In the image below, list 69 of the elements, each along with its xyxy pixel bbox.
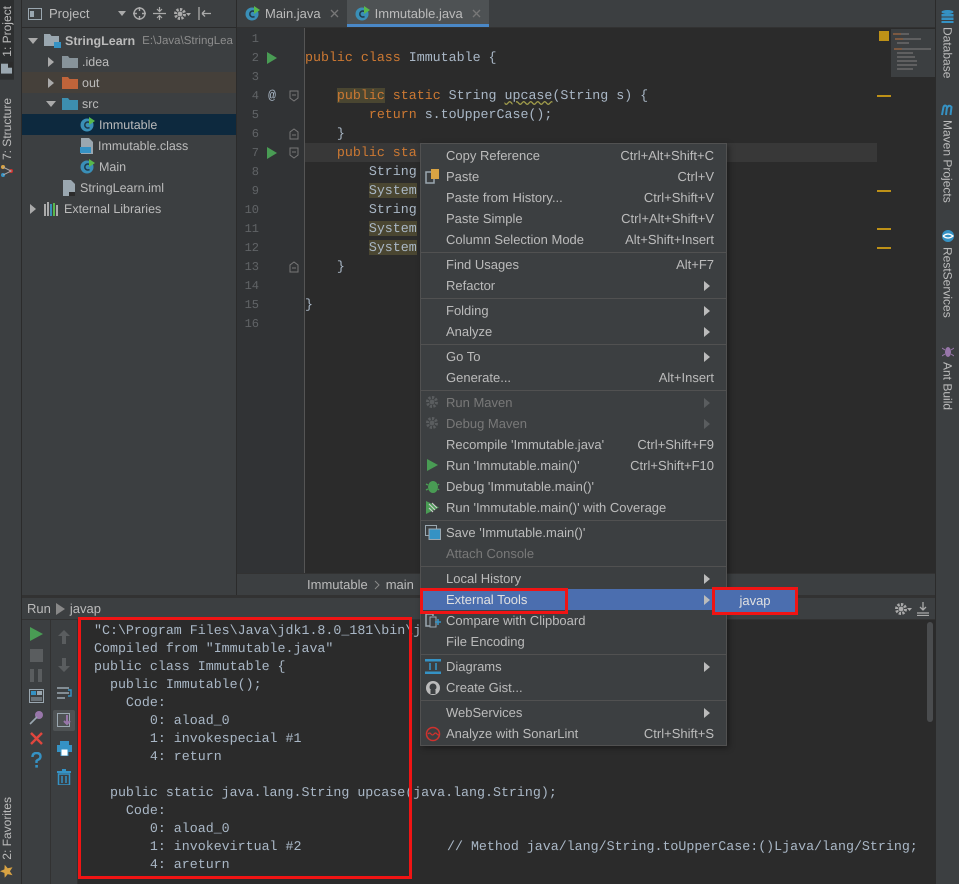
menu-item[interactable]: Go To: [421, 346, 726, 367]
menu-item[interactable]: Folding: [421, 300, 726, 321]
menu-item[interactable]: Column Selection Mode Alt+Shift+Insert: [421, 229, 726, 250]
code-line: String: [368, 164, 417, 179]
console-line: public Immutable();: [108, 677, 262, 692]
menu-item[interactable]: Recompile 'Immutable.java' Ctrl+Shift+F9: [421, 434, 726, 455]
menu-item[interactable]: Find Usages Alt+F7: [421, 254, 726, 275]
editor-tab[interactable]: Main.java: [237, 0, 347, 27]
menu-item[interactable]: Compare with Clipboard: [421, 610, 726, 631]
menu-item[interactable]: Paste Ctrl+V: [421, 166, 726, 187]
menu-item[interactable]: Run 'Immutable.main()' Ctrl+Shift+F10: [421, 455, 726, 476]
tool-window-tab[interactable]: 1: Project: [0, 0, 14, 80]
code-line: }: [305, 297, 313, 312]
tree-item[interactable]: .idea: [22, 51, 236, 72]
tree-item[interactable]: out: [22, 72, 236, 93]
code-line: String: [368, 202, 417, 217]
tree-item[interactable]: Immutable: [22, 114, 236, 135]
tree-item[interactable]: StringLearn E:\Java\StringLea: [22, 30, 236, 51]
console-line: 0: aload_0: [148, 713, 230, 728]
panel-title: Run: [27, 601, 51, 616]
tree-item[interactable]: Main: [22, 156, 236, 177]
tree-item[interactable]: External Libraries: [22, 198, 236, 219]
tool-window-tab[interactable]: RestServices: [936, 225, 959, 322]
menu-item[interactable]: Run 'Immutable.main()' with Coverage: [421, 497, 726, 518]
menu-item[interactable]: Debug 'Immutable.main()': [421, 476, 726, 497]
menu-item[interactable]: Save 'Immutable.main()': [421, 522, 726, 543]
console-comment: // Method java/lang/String.toUpperCase:()Ljava/lang/String;: [447, 838, 918, 856]
menu-item[interactable]: javap: [715, 589, 795, 612]
tool-window-tab[interactable]: 2: Favorites: [0, 791, 14, 884]
tool-window-tab[interactable]: 7: Structure: [0, 92, 14, 183]
console-line: 0: aload_0: [148, 821, 230, 836]
code-line: }: [336, 259, 345, 274]
tool-window-tab[interactable]: Maven Projects: [936, 100, 959, 208]
console-line: 1: invokespecial #1: [148, 731, 302, 746]
console-line: public class Immutable {: [94, 659, 286, 674]
editor-tab[interactable]: Immutable.java: [346, 0, 489, 27]
code-line: return s.toUpperCase();: [368, 107, 552, 122]
console-line: Compiled from "Immutable.java": [94, 641, 334, 656]
menu-item[interactable]: Local History: [421, 568, 726, 589]
tree-item[interactable]: StringLearn.iml: [22, 177, 236, 198]
breadcrumb-item[interactable]: main: [386, 577, 414, 592]
console-line: 4: areturn: [148, 857, 230, 872]
menu-item[interactable]: Generate... Alt+Insert: [421, 367, 726, 388]
override-marker[interactable]: @: [268, 88, 276, 103]
run-config-name[interactable]: javap: [70, 601, 101, 616]
console-line: Code:: [124, 803, 166, 818]
menu-item[interactable]: WebServices: [421, 702, 726, 723]
console-line: 1: invokevirtual #2: [148, 839, 302, 854]
menu-item[interactable]: Diagrams: [421, 656, 726, 677]
menu-item[interactable]: Paste Simple Ctrl+Alt+Shift+V: [421, 208, 726, 229]
code-line: public class Immutable {: [305, 50, 497, 65]
breadcrumb-item[interactable]: Immutable: [307, 577, 368, 592]
menu-item[interactable]: Copy Reference Ctrl+Alt+Shift+C: [421, 145, 726, 166]
code-line: public sta: [336, 145, 417, 160]
tool-window-tab[interactable]: Ant Build: [936, 340, 959, 414]
tool-window-tab[interactable]: Database: [936, 6, 959, 82]
console-line: Code:: [124, 695, 166, 710]
menu-item[interactable]: Refactor: [421, 275, 726, 296]
console-line: 4: return: [148, 749, 222, 764]
menu-item[interactable]: Paste from History... Ctrl+Shift+V: [421, 187, 726, 208]
panel-title: Project: [49, 6, 90, 21]
menu-item[interactable]: Analyze with SonarLint Ctrl+Shift+S: [421, 723, 726, 744]
tree-item[interactable]: Immutable.class: [22, 135, 236, 156]
menu-item[interactable]: Analyze: [421, 321, 726, 342]
menu-item[interactable]: File Encoding: [421, 631, 726, 652]
menu-item[interactable]: Create Gist...: [421, 677, 726, 698]
tree-item[interactable]: src: [22, 93, 236, 114]
code-line: }: [336, 126, 345, 141]
code-line: public static String upcase(String s) {: [336, 88, 648, 103]
